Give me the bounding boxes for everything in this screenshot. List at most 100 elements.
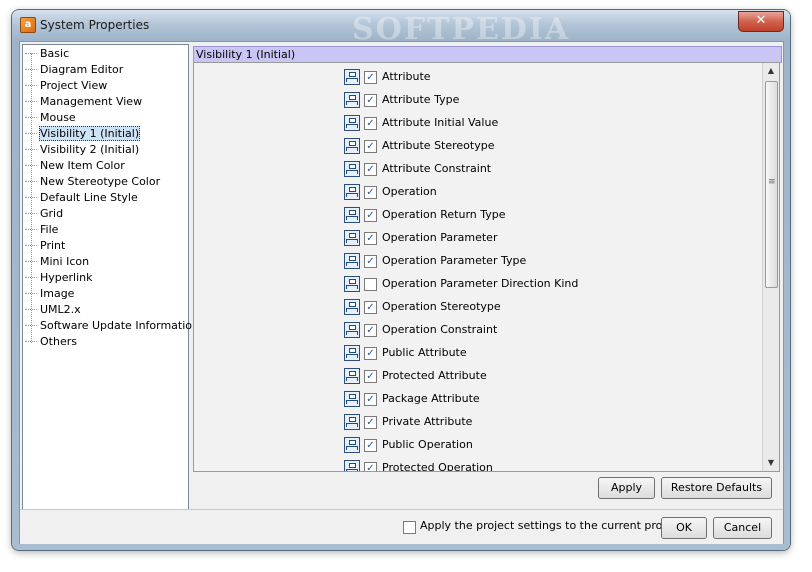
tree-connector-icon bbox=[25, 293, 37, 295]
visibility-option-row: ✓ Protected Operation bbox=[344, 459, 493, 471]
class-diagram-icon[interactable] bbox=[344, 345, 360, 361]
tree-item-label: Visibility 2 (Initial) bbox=[40, 143, 140, 156]
tree-item[interactable]: New Stereotype Color bbox=[25, 174, 161, 190]
restore-defaults-button[interactable]: Restore Defaults bbox=[661, 477, 772, 499]
visibility-option-checkbox[interactable]: ✓ bbox=[364, 70, 377, 84]
tree-item-label: Basic bbox=[40, 47, 70, 60]
class-diagram-icon[interactable] bbox=[344, 276, 360, 292]
visibility-option-row: ✓ Operation bbox=[344, 183, 437, 201]
class-diagram-icon[interactable] bbox=[344, 69, 360, 85]
class-diagram-icon[interactable] bbox=[344, 299, 360, 315]
visibility-option-checkbox[interactable]: ✓ bbox=[364, 300, 377, 314]
visibility-option-label: Public Operation bbox=[382, 438, 473, 451]
cancel-button[interactable]: Cancel bbox=[713, 517, 772, 539]
tree-connector-icon bbox=[25, 245, 37, 247]
class-diagram-icon[interactable] bbox=[344, 115, 360, 131]
tree-connector-icon bbox=[25, 341, 37, 343]
tree-item[interactable]: UML2.x bbox=[25, 302, 82, 318]
apply-project-settings-label: Apply the project settings to the curren… bbox=[420, 519, 683, 532]
visibility-option-checkbox[interactable]: ✓ bbox=[364, 369, 377, 383]
apply-button[interactable]: Apply bbox=[598, 477, 655, 499]
visibility-option-checkbox[interactable]: ✓ bbox=[364, 254, 377, 268]
class-diagram-icon[interactable] bbox=[344, 414, 360, 430]
class-diagram-icon[interactable] bbox=[344, 437, 360, 453]
visibility-option-row: ✓ Public Attribute bbox=[344, 344, 467, 362]
tree-item-label: Mini Icon bbox=[40, 255, 90, 268]
title-bar[interactable]: SOFTPEDIA a System Properties ✕ bbox=[12, 10, 790, 47]
scroll-down-arrow-icon[interactable]: ▼ bbox=[763, 455, 779, 471]
visibility-option-checkbox[interactable]: ✓ bbox=[364, 162, 377, 176]
tree-item[interactable]: Diagram Editor bbox=[25, 62, 124, 78]
panel-header: Visibility 1 (Initial) bbox=[193, 46, 782, 63]
scroll-up-arrow-icon[interactable]: ▲ bbox=[763, 63, 779, 79]
tree-item[interactable]: Default Line Style bbox=[25, 190, 139, 206]
visibility-option-row: ✓ Attribute bbox=[344, 68, 431, 86]
tree-item[interactable]: Visibility 1 (Initial) bbox=[25, 126, 141, 142]
visibility-option-checkbox[interactable]: ✓ bbox=[364, 116, 377, 130]
scroll-thumb[interactable]: ≡ bbox=[765, 81, 778, 288]
tree-item[interactable]: File bbox=[25, 222, 59, 238]
visibility-option-checkbox[interactable]: ✓ bbox=[364, 93, 377, 107]
visibility-option-row: ✓ Package Attribute bbox=[344, 390, 480, 408]
class-diagram-icon[interactable] bbox=[344, 460, 360, 471]
tree-item[interactable]: Others bbox=[25, 334, 78, 350]
tree-item[interactable]: Mouse bbox=[25, 110, 77, 126]
class-diagram-icon[interactable] bbox=[344, 253, 360, 269]
visibility-option-checkbox[interactable]: ✓ bbox=[364, 185, 377, 199]
ok-button[interactable]: OK bbox=[661, 517, 707, 539]
visibility-option-label: Operation Return Type bbox=[382, 208, 506, 221]
visibility-option-row: Operation Parameter Direction Kind bbox=[344, 275, 578, 293]
tree-item[interactable]: New Item Color bbox=[25, 158, 126, 174]
class-diagram-icon[interactable] bbox=[344, 391, 360, 407]
tree-item[interactable]: Project View bbox=[25, 78, 108, 94]
visibility-option-checkbox[interactable]: ✓ bbox=[364, 392, 377, 406]
visibility-option-checkbox[interactable]: ✓ bbox=[364, 438, 377, 452]
class-diagram-icon[interactable] bbox=[344, 207, 360, 223]
app-icon[interactable]: a bbox=[20, 17, 36, 33]
visibility-option-checkbox[interactable]: ✓ bbox=[364, 323, 377, 337]
visibility-option-label: Package Attribute bbox=[382, 392, 480, 405]
apply-project-settings-checkbox[interactable] bbox=[403, 521, 416, 534]
class-diagram-icon[interactable] bbox=[344, 161, 360, 177]
visibility-option-checkbox[interactable]: ✓ bbox=[364, 208, 377, 222]
visibility-option-row: ✓ Protected Attribute bbox=[344, 367, 487, 385]
dialog-client: Basic Diagram Editor Project View Managemen… bbox=[19, 41, 784, 544]
tree-connector-icon bbox=[25, 85, 37, 87]
tree-connector-icon bbox=[25, 261, 37, 263]
visibility-option-checkbox[interactable]: ✓ bbox=[364, 231, 377, 245]
tree-item[interactable]: Print bbox=[25, 238, 66, 254]
tree-item[interactable]: Hyperlink bbox=[25, 270, 94, 286]
tree-item[interactable]: Visibility 2 (Initial) bbox=[25, 142, 140, 158]
visibility-option-row: ✓ Attribute Type bbox=[344, 91, 459, 109]
tree-item[interactable]: Software Update Information bbox=[25, 318, 200, 334]
tree-item[interactable]: Management View bbox=[25, 94, 143, 110]
visibility-option-checkbox[interactable]: ✓ bbox=[364, 415, 377, 429]
class-diagram-icon[interactable] bbox=[344, 368, 360, 384]
class-diagram-icon[interactable] bbox=[344, 92, 360, 108]
visibility-option-checkbox[interactable]: ✓ bbox=[364, 139, 377, 153]
tree-item-label: Hyperlink bbox=[40, 271, 93, 284]
tree-item-label: Project View bbox=[40, 79, 108, 92]
visibility-option-checkbox[interactable] bbox=[364, 277, 377, 291]
class-diagram-icon[interactable] bbox=[344, 184, 360, 200]
visibility-option-row: ✓ Operation Stereotype bbox=[344, 298, 501, 316]
vertical-scrollbar[interactable]: ▲ ≡ ▼ bbox=[762, 63, 779, 471]
class-diagram-icon[interactable] bbox=[344, 230, 360, 246]
tree-item[interactable]: Basic bbox=[25, 46, 70, 62]
visibility-option-checkbox[interactable]: ✓ bbox=[364, 461, 377, 471]
class-diagram-icon[interactable] bbox=[344, 322, 360, 338]
visibility-option-row: ✓ Operation Parameter bbox=[344, 229, 497, 247]
visibility-option-label: Operation Parameter Direction Kind bbox=[382, 277, 579, 290]
tree-connector-icon bbox=[25, 325, 37, 327]
close-button[interactable]: ✕ bbox=[738, 11, 784, 32]
category-tree[interactable]: Basic Diagram Editor Project View Managemen… bbox=[22, 44, 199, 510]
tree-connector-icon bbox=[25, 69, 37, 71]
class-diagram-icon[interactable] bbox=[344, 138, 360, 154]
tree-item[interactable]: Grid bbox=[25, 206, 64, 222]
tree-item-label: File bbox=[40, 223, 59, 236]
visibility-option-label: Attribute Initial Value bbox=[382, 116, 499, 129]
tree-item[interactable]: Mini Icon bbox=[25, 254, 90, 270]
tree-item[interactable]: Image bbox=[25, 286, 75, 302]
tree-connector-icon bbox=[25, 117, 37, 119]
visibility-option-checkbox[interactable]: ✓ bbox=[364, 346, 377, 360]
